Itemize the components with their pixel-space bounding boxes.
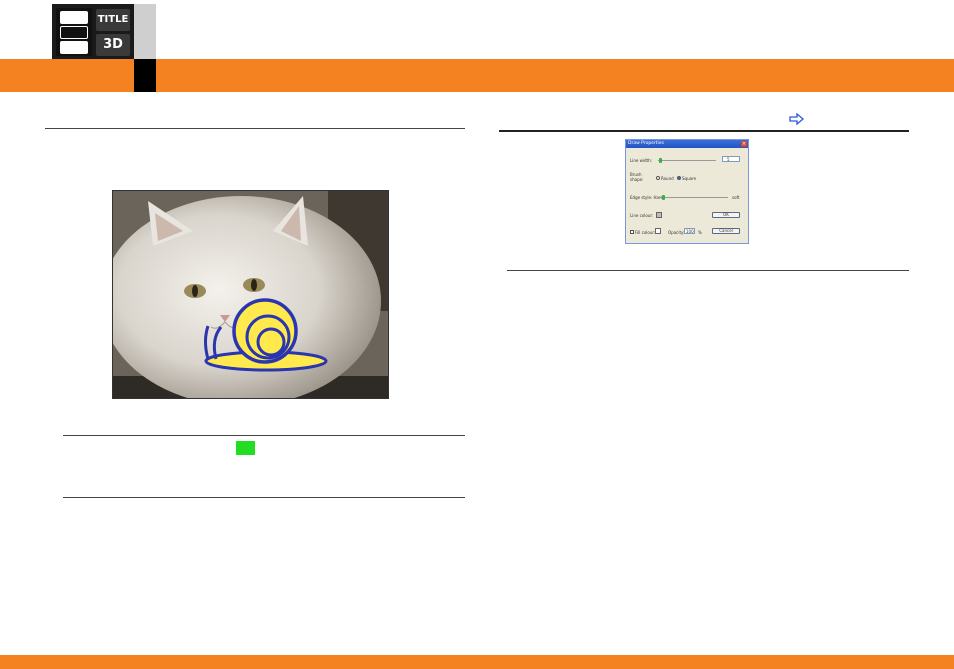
- brush-square-radio[interactable]: [677, 176, 681, 180]
- left-top-divider: [45, 128, 465, 129]
- line-colour-label: Line colour:: [630, 213, 654, 218]
- fill-colour-label: Fill colour:: [635, 230, 656, 235]
- edge-slider-thumb[interactable]: [662, 195, 665, 200]
- opacity-value: 100: [686, 229, 694, 234]
- header-black-tab: [134, 59, 156, 92]
- line-width-input[interactable]: 5: [722, 156, 740, 162]
- brush-round-label: Round: [661, 176, 674, 181]
- dialog-title: Draw Properties: [626, 140, 748, 148]
- right-bottom-divider: [507, 270, 909, 271]
- logo-title-text: TITLE: [96, 9, 130, 31]
- draw-properties-dialog: Draw Properties × Line width: 5 Brush sh…: [625, 139, 749, 244]
- opacity-input[interactable]: 100: [684, 228, 695, 234]
- fill-colour-swatch[interactable]: [655, 228, 661, 234]
- opacity-unit: %: [698, 230, 702, 235]
- logo: TITLE 3D: [52, 4, 134, 60]
- film-strip-icon: [56, 8, 92, 56]
- cancel-button[interactable]: Cancel: [712, 228, 740, 234]
- logo-3d-badge: 3D: [96, 34, 130, 56]
- cat-photo: [112, 190, 389, 399]
- ok-button[interactable]: OK: [712, 212, 740, 218]
- line-width-slider-thumb[interactable]: [659, 158, 662, 163]
- close-icon[interactable]: ×: [741, 141, 747, 147]
- footer-bar: [0, 655, 954, 669]
- line-colour-swatch[interactable]: [656, 212, 662, 218]
- brush-shape-label: Brush shape:: [630, 172, 644, 182]
- arrow-right-icon[interactable]: [789, 113, 805, 125]
- header-grey-tab: [134, 4, 156, 60]
- edge-slider-track[interactable]: [660, 197, 728, 198]
- line-width-label: Line width:: [630, 158, 652, 163]
- edge-soft-label: soft: [732, 195, 740, 200]
- left-mid-divider: [63, 435, 465, 436]
- fill-colour-checkbox[interactable]: [630, 230, 634, 234]
- opacity-label: Opacity:: [668, 230, 685, 235]
- brush-round-radio[interactable]: [656, 176, 660, 180]
- right-top-divider: [499, 130, 909, 132]
- left-bottom-divider: [63, 497, 465, 498]
- line-width-value: 5: [727, 157, 730, 162]
- line-width-slider-track[interactable]: [658, 160, 716, 161]
- cat-photo-image: [113, 191, 388, 398]
- brush-square-label: Square: [682, 176, 697, 181]
- edge-style-label: Edge style: Hard: [630, 195, 664, 200]
- green-color-swatch: [236, 441, 255, 455]
